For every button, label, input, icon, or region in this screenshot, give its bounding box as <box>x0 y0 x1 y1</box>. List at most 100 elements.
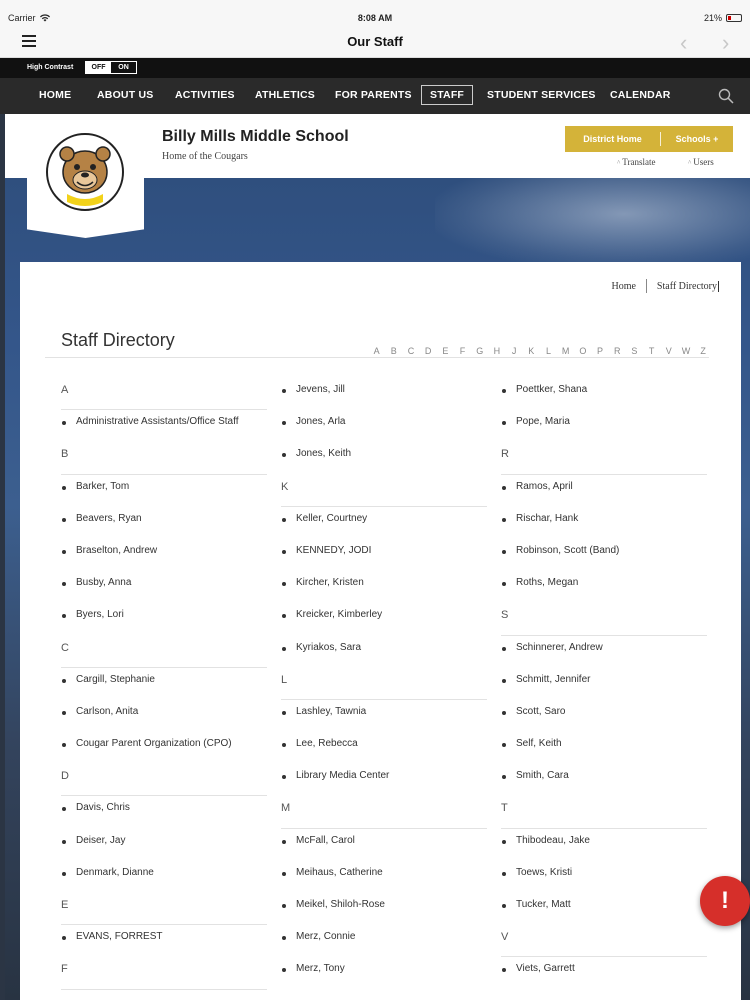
alphabet-letter-b[interactable]: B <box>385 346 402 356</box>
alphabet-letter-k[interactable]: K <box>523 346 540 356</box>
staff-link[interactable]: Meihaus, Catherine <box>296 867 383 878</box>
nav-calendar[interactable]: CALENDAR <box>610 89 671 101</box>
staff-link[interactable]: Braselton, Andrew <box>76 545 157 556</box>
staff-link[interactable]: Kreicker, Kimberley <box>296 609 382 620</box>
staff-list-item: Beavers, Ryan <box>61 507 267 539</box>
staff-link[interactable]: Jones, Arla <box>296 416 345 427</box>
directory-column-2: Jevens, Jill Jones, Arla Jones, Keith K Kell… <box>281 378 487 990</box>
alphabet-letter-h[interactable]: H <box>488 346 505 356</box>
staff-link[interactable]: Library Media Center <box>296 770 389 781</box>
alphabet-letter-s[interactable]: S <box>626 346 643 356</box>
translate-button[interactable]: ^ Translate <box>617 157 655 167</box>
staff-link[interactable]: Smith, Cara <box>516 770 569 781</box>
users-button[interactable]: ^ Users <box>688 157 714 167</box>
alphabet-letter-l[interactable]: L <box>540 346 557 356</box>
staff-link[interactable]: Kircher, Kristen <box>296 577 364 588</box>
alphabet-letter-m[interactable]: M <box>557 346 574 356</box>
alphabet-letter-t[interactable]: T <box>643 346 660 356</box>
staff-list-item: Toews, Kristi <box>501 861 707 893</box>
staff-link[interactable]: Self, Keith <box>516 738 562 749</box>
staff-link[interactable]: McFall, Carol <box>296 835 355 846</box>
alphabet-letter-f[interactable]: F <box>454 346 471 356</box>
nav-home[interactable]: HOME <box>39 89 71 101</box>
nav-staff[interactable]: STAFF <box>421 85 474 105</box>
battery-icon <box>726 14 742 22</box>
staff-list-item: Tucker, Matt <box>501 893 707 925</box>
staff-link[interactable]: Merz, Tony <box>296 963 345 974</box>
schools-button[interactable]: Schools + <box>661 134 733 144</box>
forward-arrow-icon[interactable]: › <box>722 30 729 56</box>
nav-for-parents[interactable]: FOR PARENTS <box>335 89 412 101</box>
staff-link[interactable]: Jevens, Jill <box>296 384 345 395</box>
staff-link[interactable]: Scott, Saro <box>516 706 565 717</box>
staff-link[interactable]: Thibodeau, Jake <box>516 835 590 846</box>
letter-heading: E <box>61 893 267 926</box>
staff-link[interactable]: KENNEDY, JODI <box>296 545 371 556</box>
staff-link[interactable]: Rischar, Hank <box>516 513 578 524</box>
staff-link[interactable]: Roths, Megan <box>516 577 578 588</box>
staff-link[interactable]: Schmitt, Jennifer <box>516 674 590 685</box>
alphabet-letter-v[interactable]: V <box>660 346 677 356</box>
nav-activities[interactable]: ACTIVITIES <box>175 89 235 101</box>
staff-link[interactable]: Beavers, Ryan <box>76 513 142 524</box>
district-home-button[interactable]: District Home <box>565 134 660 144</box>
staff-link[interactable]: Toews, Kristi <box>516 867 572 878</box>
breadcrumb: Home Staff Directory <box>611 279 719 293</box>
staff-link[interactable]: Cargill, Stephanie <box>76 674 155 685</box>
letter-heading: L <box>281 668 487 701</box>
staff-link[interactable]: Carlson, Anita <box>76 706 138 717</box>
letter-heading-label: B <box>61 448 69 461</box>
staff-link[interactable]: Busby, Anna <box>76 577 131 588</box>
staff-link[interactable]: Kyriakos, Sara <box>296 642 361 653</box>
alphabet-letter-a[interactable]: A <box>368 346 385 356</box>
staff-link[interactable]: EVANS, FORREST <box>76 931 163 942</box>
staff-link[interactable]: Tucker, Matt <box>516 899 571 910</box>
staff-link[interactable]: Pope, Maria <box>516 416 570 427</box>
staff-link[interactable]: Denmark, Dianne <box>76 867 154 878</box>
alert-button[interactable]: ! <box>700 876 750 926</box>
nav-about-us[interactable]: ABOUT US <box>97 89 153 101</box>
letter-heading-label: L <box>281 673 288 686</box>
breadcrumb-home[interactable]: Home <box>611 281 635 292</box>
search-icon[interactable] <box>718 88 734 104</box>
alphabet-letter-d[interactable]: D <box>420 346 437 356</box>
staff-link[interactable]: Lashley, Tawnia <box>296 706 366 717</box>
alphabet-letter-g[interactable]: G <box>471 346 488 356</box>
staff-link[interactable]: Lee, Rebecca <box>296 738 358 749</box>
staff-link[interactable]: Merz, Connie <box>296 931 355 942</box>
battery-percent: 21% <box>703 13 722 23</box>
page-title: Staff Directory <box>61 330 175 350</box>
alphabet-letter-e[interactable]: E <box>437 346 454 356</box>
high-contrast-toggle[interactable]: OFF ON <box>85 61 137 74</box>
staff-link[interactable]: Barker, Tom <box>76 481 129 492</box>
alphabet-letter-c[interactable]: C <box>402 346 419 356</box>
staff-link[interactable]: Ramos, April <box>516 481 573 492</box>
alphabet-letter-z[interactable]: Z <box>695 346 712 356</box>
staff-list-item: Kyriakos, Sara <box>281 636 487 668</box>
clock: 8:08 AM <box>357 13 393 23</box>
alphabet-letter-j[interactable]: J <box>506 346 523 356</box>
staff-link[interactable]: Jones, Keith <box>296 448 351 459</box>
breadcrumb-current: Staff Directory <box>656 280 719 292</box>
staff-link[interactable]: Deiser, Jay <box>76 835 125 846</box>
staff-link[interactable]: Cougar Parent Organization (CPO) <box>76 738 232 749</box>
nav-athletics[interactable]: ATHLETICS <box>255 89 315 101</box>
staff-link[interactable]: Schinnerer, Andrew <box>516 642 603 653</box>
alphabet-letter-p[interactable]: P <box>591 346 608 356</box>
back-arrow-icon[interactable]: ‹ <box>680 30 687 56</box>
alphabet-letter-o[interactable]: O <box>574 346 591 356</box>
staff-list-item: Lee, Rebecca <box>281 732 487 764</box>
staff-link[interactable]: Poettker, Shana <box>516 384 587 395</box>
staff-link[interactable]: Robinson, Scott (Band) <box>516 545 619 556</box>
staff-link[interactable]: Viets, Garrett <box>516 963 575 974</box>
alphabet-letter-w[interactable]: W <box>677 346 694 356</box>
nav-student-services[interactable]: STUDENT SERVICES <box>487 89 596 101</box>
staff-list-item: Denmark, Dianne <box>61 861 267 893</box>
staff-link[interactable]: Keller, Courtney <box>296 513 367 524</box>
staff-list-item: Busby, Anna <box>61 571 267 603</box>
staff-link[interactable]: Meikel, Shiloh-Rose <box>296 899 385 910</box>
staff-link[interactable]: Byers, Lori <box>76 609 124 620</box>
alphabet-letter-r[interactable]: R <box>609 346 626 356</box>
staff-link[interactable]: Davis, Chris <box>76 802 130 813</box>
staff-link[interactable]: Administrative Assistants/Office Staff <box>76 416 238 427</box>
